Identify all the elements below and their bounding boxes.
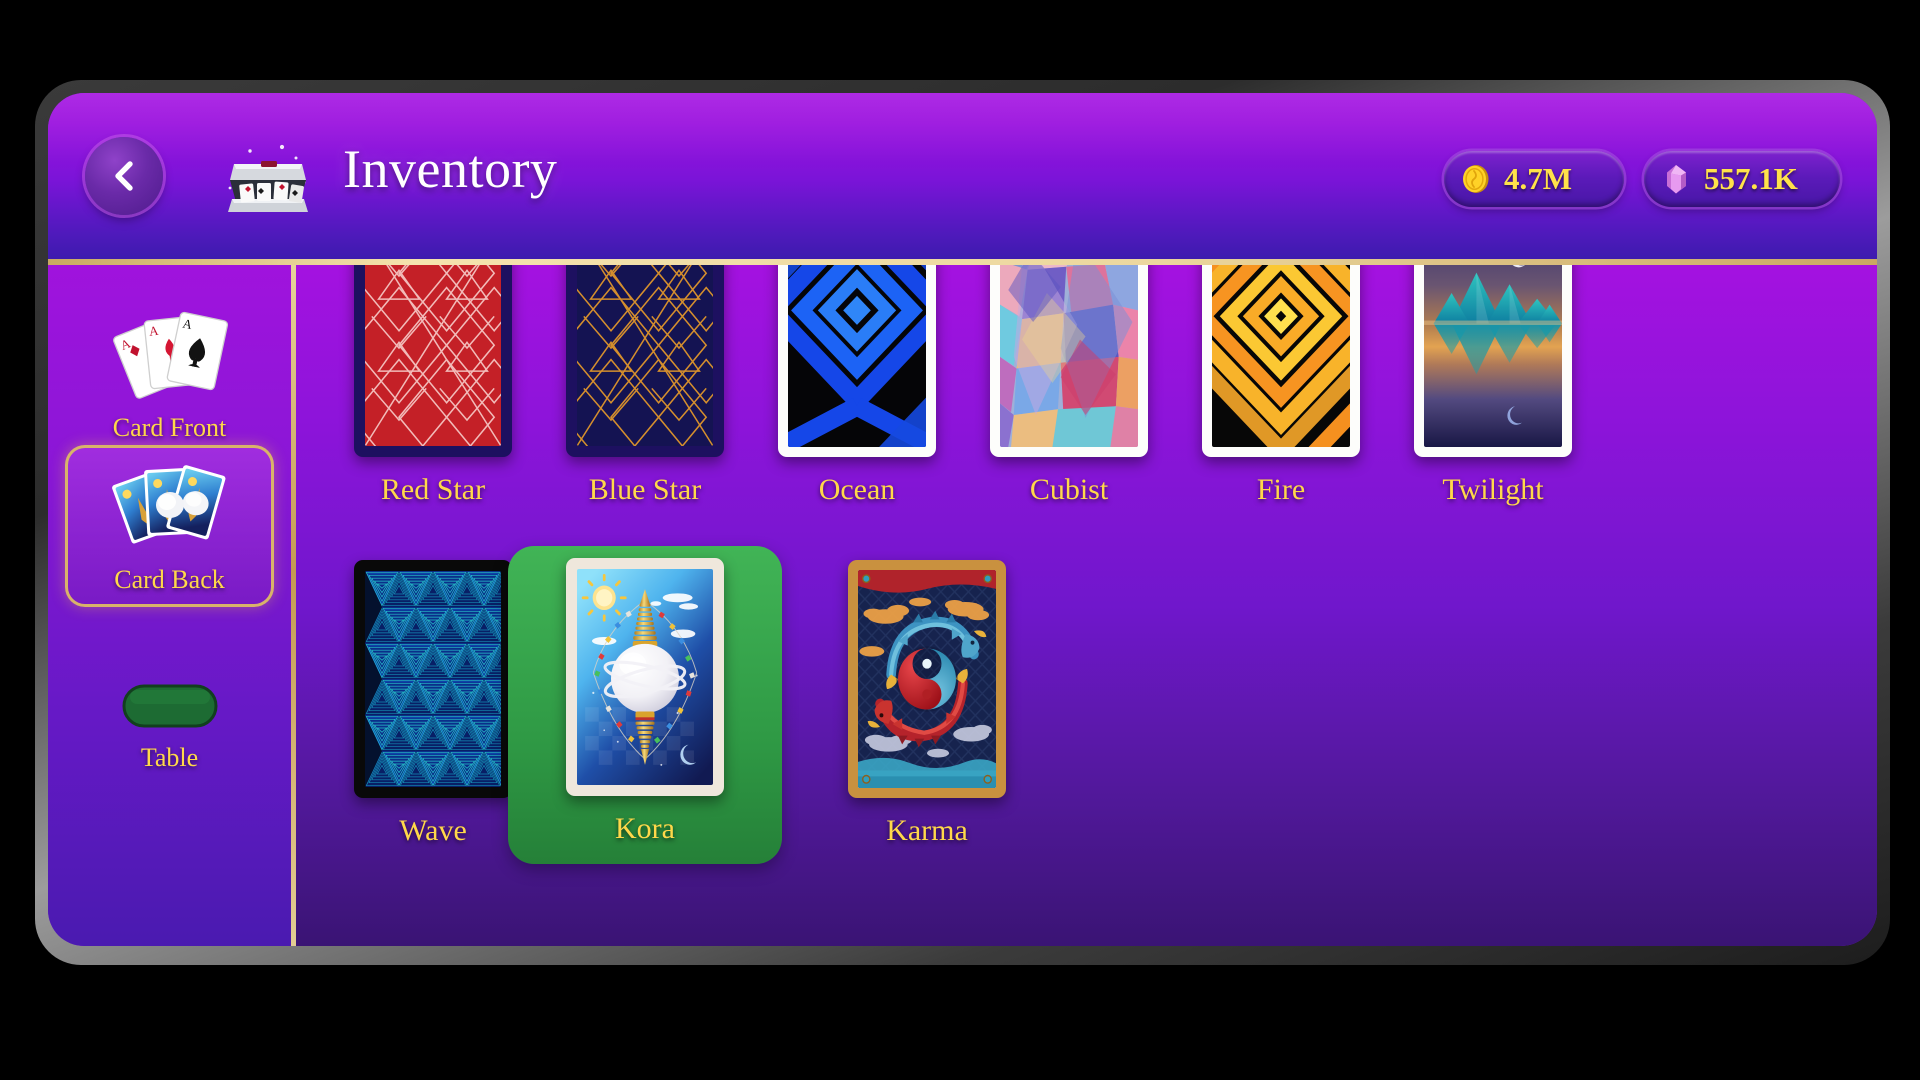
aces-fan-icon: A A A <box>106 303 234 407</box>
grid-item-twilight[interactable]: Twilight <box>1374 265 1612 507</box>
green-table-icon <box>110 675 230 737</box>
card-thumb-red-star <box>354 265 512 457</box>
coin-amount: 4.7M <box>1504 161 1573 196</box>
chevron-left-icon <box>107 159 141 193</box>
grid-item-red-star[interactable]: Red Star <box>314 265 552 507</box>
grid-item-kora[interactable]: Kora <box>508 546 782 864</box>
grid-label-twilight: Twilight <box>1442 473 1544 506</box>
category-sidebar: A A A Card Front Card Back Table <box>48 265 291 946</box>
app-screen: Inventory 4.7M 557.1K A A A Card Front C… <box>48 93 1877 946</box>
back-button[interactable] <box>85 137 163 215</box>
grid-label-ocean: Ocean <box>818 473 896 506</box>
sidebar-item-card-front[interactable]: A A A Card Front <box>65 303 274 443</box>
card-thumb-karma <box>848 560 1006 798</box>
gem-amount: 557.1K <box>1704 161 1798 196</box>
sidebar-divider <box>291 265 296 946</box>
grid-label-cubist: Cubist <box>1029 473 1109 506</box>
pink-gem-icon <box>1659 162 1693 196</box>
grid-label-wave: Wave <box>399 814 467 847</box>
gem-balance-badge[interactable]: 557.1K <box>1644 151 1840 207</box>
grid-label-kora: Kora <box>615 812 675 845</box>
card-thumb-cubist <box>990 265 1148 457</box>
card-thumb-twilight <box>1414 265 1572 457</box>
grid-item-karma[interactable]: Karma <box>808 560 1046 848</box>
grid-item-ocean[interactable]: Ocean <box>738 265 976 507</box>
card-thumb-ocean <box>778 265 936 457</box>
sidebar-label-card-front: Card Front <box>112 413 227 442</box>
coin-balance-badge[interactable]: 4.7M <box>1444 151 1624 207</box>
card-thumb-kora <box>566 558 724 796</box>
app-header: Inventory 4.7M 557.1K <box>48 93 1877 259</box>
device-bezel: Inventory 4.7M 557.1K A A A Card Front C… <box>35 80 1890 965</box>
header-divider <box>48 259 1877 265</box>
sidebar-item-card-back[interactable]: Card Back <box>65 445 274 607</box>
grid-item-blue-star[interactable]: Blue Star <box>526 265 764 507</box>
sidebar-item-table[interactable]: Table <box>65 675 274 773</box>
grid-item-fire[interactable]: Fire <box>1162 265 1400 507</box>
card-thumb-blue-star <box>566 265 724 457</box>
grid-label-blue-star: Blue Star <box>588 473 702 506</box>
grid-label-fire: Fire <box>1256 473 1306 506</box>
card-thumb-fire <box>1202 265 1360 457</box>
card-thumb-wave <box>354 560 512 798</box>
card-back-fan-icon <box>106 455 234 559</box>
gold-coin-icon <box>1459 162 1493 196</box>
grid-item-cubist[interactable]: Cubist <box>950 265 1188 507</box>
sidebar-label-card-back: Card Back <box>114 565 225 594</box>
card-shuffler-icon <box>220 142 316 216</box>
sidebar-label-table: Table <box>140 743 199 772</box>
grid-label-red-star: Red Star <box>380 473 486 506</box>
grid-label-karma: Karma <box>886 814 968 847</box>
page-title: Inventory <box>343 139 558 199</box>
card-back-grid: Red Star Blue Star Ocean Cubist Fire Twi… <box>296 265 1877 946</box>
